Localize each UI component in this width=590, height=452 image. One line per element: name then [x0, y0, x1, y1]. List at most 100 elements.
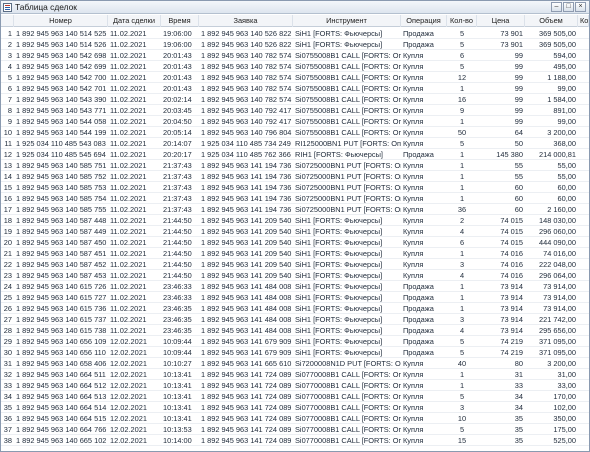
- table-row[interactable]: 15 1 892 945 963 140 585 753 11.02.2021 21:…: [1, 182, 589, 193]
- table-row[interactable]: 31 1 892 945 963 140 658 406 12.02.2021 10:…: [1, 358, 589, 369]
- table-row[interactable]: 17 1 892 945 963 140 585 755 11.02.2021 21:…: [1, 204, 589, 215]
- table-row[interactable]: 7 1 892 945 963 140 543 390 11.02.2021 20:0…: [1, 94, 589, 105]
- cell-order-number: 1 892 945 963 141 194 736: [201, 205, 292, 214]
- table-row[interactable]: 29 1 892 945 963 140 656 109 12.02.2021 10:…: [1, 336, 589, 347]
- cell-volume: 495,00: [553, 62, 576, 71]
- table-row[interactable]: 23 1 892 945 963 140 587 453 11.02.2021 21:…: [1, 270, 589, 281]
- table-row[interactable]: 25 1 892 945 963 140 615 727 11.02.2021 23:…: [1, 292, 589, 303]
- cell-deal-date: 11.02.2021: [110, 150, 147, 159]
- table-row[interactable]: 12 1 925 034 110 485 545 694 11.02.2021 20:…: [1, 149, 589, 160]
- cell-deal-time: 10:13:41: [163, 370, 192, 379]
- close-button[interactable]: ×: [575, 2, 586, 12]
- cell-quantity: 2: [459, 216, 465, 225]
- table-row[interactable]: 28 1 892 945 963 140 615 738 11.02.2021 23:…: [1, 325, 589, 336]
- column-header-volume[interactable]: Объем: [525, 15, 578, 27]
- cell-deal-time: 21:37:43: [163, 183, 192, 192]
- table-row[interactable]: 11 1 925 034 110 485 543 083 11.02.2021 20:…: [1, 138, 589, 149]
- cell-instrument: SiH1 [FORTS: Фьючерсы]: [295, 337, 383, 346]
- table-row[interactable]: 30 1 892 945 963 140 656 110 12.02.2021 10:…: [1, 347, 589, 358]
- cell-row-index: 14: [3, 172, 12, 181]
- cell-row-index: 8: [7, 106, 12, 115]
- table-row[interactable]: 26 1 892 945 963 140 615 736 11.02.2021 23:…: [1, 303, 589, 314]
- table-row[interactable]: 24 1 892 945 963 140 615 726 11.02.2021 23:…: [1, 281, 589, 292]
- table-row[interactable]: 6 1 892 945 963 140 542 701 11.02.2021 20:0…: [1, 83, 589, 94]
- cell-price: 73 914: [500, 304, 523, 313]
- cell-operation: Купля: [403, 51, 424, 60]
- cell-price: 34: [514, 392, 523, 401]
- cell-order-number: 1 892 945 963 141 209 540: [201, 216, 292, 225]
- table-row[interactable]: 2 1 892 945 963 140 514 526 11.02.2021 19:0…: [1, 39, 589, 50]
- cell-instrument: Si0725000BN1 PUT [FORTS: Опц: [295, 183, 401, 192]
- column-header-instrument[interactable]: Инструмент: [293, 15, 401, 27]
- table-row[interactable]: 16 1 892 945 963 140 585 754 11.02.2021 21:…: [1, 193, 589, 204]
- table-row[interactable]: 18 1 892 945 963 140 587 448 11.02.2021 21:…: [1, 215, 589, 226]
- table-row[interactable]: 33 1 892 945 963 140 664 512 12.02.2021 10:…: [1, 380, 589, 391]
- cell-quantity: 1: [459, 370, 465, 379]
- cell-quantity: 16: [457, 95, 467, 104]
- cell-quantity: 9: [459, 106, 465, 115]
- cell-row-index: 4: [7, 62, 12, 71]
- table-row[interactable]: 8 1 892 945 963 140 543 771 11.02.2021 20:0…: [1, 105, 589, 116]
- column-header-deal-date[interactable]: Дата сделки: [108, 15, 161, 27]
- column-header-order-number[interactable]: Заявка: [199, 15, 293, 27]
- cell-deal-date: 11.02.2021: [110, 205, 147, 214]
- cell-deal-number: 1 892 945 963 140 542 701: [16, 84, 107, 93]
- column-header-quantity[interactable]: Кол-во: [447, 15, 477, 27]
- table-row[interactable]: 32 1 892 945 963 140 664 511 12.02.2021 10:…: [1, 369, 589, 380]
- cell-quantity: 5: [459, 337, 465, 346]
- column-header-commission[interactable]: Ко: [578, 15, 589, 27]
- cell-deal-number: 1 892 945 963 140 514 525: [16, 29, 107, 38]
- cell-operation: Продажа: [403, 337, 434, 346]
- table-row[interactable]: 19 1 892 945 963 140 587 449 11.02.2021 21:…: [1, 226, 589, 237]
- minimize-button[interactable]: –: [551, 2, 562, 12]
- table-row[interactable]: 10 1 892 945 963 140 544 199 11.02.2021 20:…: [1, 127, 589, 138]
- table-row[interactable]: 22 1 892 945 963 140 587 452 11.02.2021 21:…: [1, 259, 589, 270]
- table-row[interactable]: 3 1 892 945 963 140 542 698 11.02.2021 20:0…: [1, 50, 589, 61]
- column-header-price[interactable]: Цена: [477, 15, 525, 27]
- cell-quantity: 40: [457, 359, 467, 368]
- cell-deal-date: 11.02.2021: [110, 106, 147, 115]
- table-row[interactable]: 20 1 892 945 963 140 587 450 11.02.2021 21:…: [1, 237, 589, 248]
- cell-operation: Купля: [403, 249, 424, 258]
- cell-deal-time: 20:03:45: [163, 106, 192, 115]
- cell-deal-number: 1 892 945 963 140 585 754: [16, 194, 107, 203]
- table-row[interactable]: 14 1 892 945 963 140 585 752 11.02.2021 21:…: [1, 171, 589, 182]
- cell-price: 60: [514, 194, 523, 203]
- column-header-deal-time[interactable]: Время: [161, 15, 199, 27]
- cell-quantity: 12: [457, 73, 467, 82]
- cell-operation: Купля: [403, 238, 424, 247]
- cell-instrument: Si0725000BN1 PUT [FORTS: Опц: [295, 172, 401, 181]
- cell-quantity: 5: [459, 139, 465, 148]
- table-row[interactable]: 37 1 892 945 963 140 664 766 12.02.2021 10:…: [1, 424, 589, 435]
- cell-row-index: 5: [7, 73, 12, 82]
- table-row[interactable]: 13 1 892 945 963 140 585 751 11.02.2021 21:…: [1, 160, 589, 171]
- column-header-row-index[interactable]: [1, 15, 14, 27]
- table-row[interactable]: 21 1 892 945 963 140 587 451 11.02.2021 21:…: [1, 248, 589, 259]
- table-row[interactable]: 38 1 892 945 963 140 665 102 12.02.2021 10:…: [1, 435, 589, 446]
- table-row[interactable]: 4 1 892 945 963 140 542 699 11.02.2021 20:0…: [1, 61, 589, 72]
- cell-operation: Продажа: [403, 293, 434, 302]
- cell-volume: 99,00: [557, 84, 577, 93]
- column-header-deal-number[interactable]: Номер: [14, 15, 108, 27]
- cell-quantity: 1: [459, 194, 465, 203]
- table-row[interactable]: 5 1 892 945 963 140 542 700 11.02.2021 20:0…: [1, 72, 589, 83]
- cell-deal-date: 12.02.2021: [110, 370, 147, 379]
- column-header-operation[interactable]: Операция: [401, 15, 447, 27]
- table-row[interactable]: 36 1 892 945 963 140 664 515 12.02.2021 10:…: [1, 413, 589, 424]
- cell-operation: Продажа: [403, 150, 434, 159]
- cell-operation: Купля: [403, 194, 424, 203]
- cell-deal-number: 1 892 945 963 140 664 514: [16, 403, 107, 412]
- maximize-button[interactable]: □: [563, 2, 574, 12]
- table-row[interactable]: 35 1 892 945 963 140 664 514 12.02.2021 10:…: [1, 402, 589, 413]
- cell-deal-number: 1 892 945 963 140 656 109: [16, 337, 107, 346]
- cell-deal-time: 10:13:41: [163, 381, 192, 390]
- cell-row-index: 29: [3, 337, 12, 346]
- table-row[interactable]: 27 1 892 945 963 140 615 737 11.02.2021 23:…: [1, 314, 589, 325]
- cell-deal-time: 21:44:50: [163, 260, 192, 269]
- table-row[interactable]: 9 1 892 945 963 140 544 058 11.02.2021 20:0…: [1, 116, 589, 127]
- cell-deal-time: 21:44:50: [163, 227, 192, 236]
- table-row[interactable]: 1 1 892 945 963 140 514 525 11.02.2021 19:0…: [1, 28, 589, 39]
- cell-deal-time: 20:14:07: [163, 139, 192, 148]
- table-row[interactable]: 34 1 892 945 963 140 664 513 12.02.2021 10:…: [1, 391, 589, 402]
- cell-quantity: 1: [459, 293, 465, 302]
